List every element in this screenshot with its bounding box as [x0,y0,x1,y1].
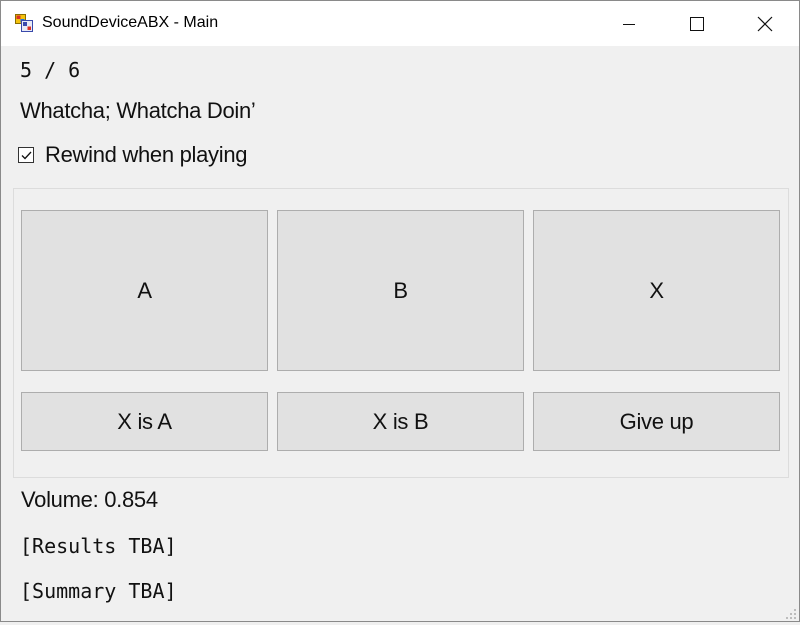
summary-label: [Summary TBA] [20,579,177,603]
title-bar[interactable]: SoundDeviceABX - Main [1,1,799,46]
results-label: [Results TBA] [20,534,177,558]
window-title: SoundDeviceABX - Main [42,14,219,31]
rewind-checkbox[interactable]: Rewind when playing [18,141,248,169]
checkmark-icon [21,151,32,160]
give-up-button[interactable]: Give up [533,392,780,451]
play-x-button[interactable]: X [533,210,780,371]
x-is-a-button[interactable]: X is A [21,392,268,451]
play-a-button[interactable]: A [21,210,268,371]
app-icon[interactable] [15,14,33,32]
close-button[interactable] [731,1,799,46]
minimize-button[interactable] [595,1,663,46]
track-title: Whatcha; Whatcha Doin’ [20,98,256,123]
close-icon [757,16,773,31]
maximize-icon [690,16,704,31]
rewind-label: Rewind when playing [45,142,248,167]
maximize-button[interactable] [663,1,731,46]
checkbox-box[interactable] [18,147,34,163]
x-is-b-button[interactable]: X is B [277,392,524,451]
main-window: SoundDeviceABX - Main 5 / 6 Whatcha; Wha… [0,0,800,622]
volume-label: Volume: 0.854 [21,487,158,512]
trial-counter: 5 / 6 [20,58,81,82]
play-b-button[interactable]: B [277,210,524,371]
resize-grip-icon[interactable] [785,607,797,619]
minimize-icon [623,23,635,25]
abx-button-panel: A B X X is A X is B Give up [13,188,789,478]
